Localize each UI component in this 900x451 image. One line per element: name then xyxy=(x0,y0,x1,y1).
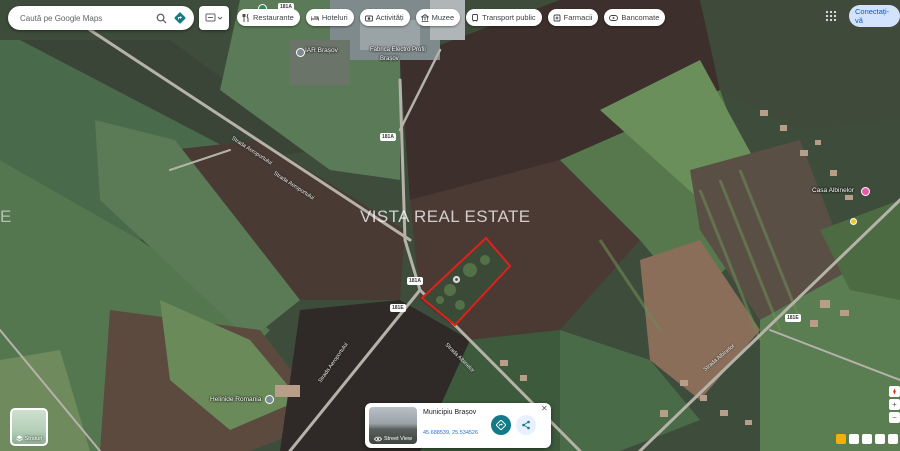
business-pin-icon[interactable] xyxy=(265,395,274,404)
directions-icon xyxy=(496,420,506,430)
chip-label: Hoteluri xyxy=(321,13,348,22)
road-shield: 181E xyxy=(785,314,801,322)
compass-icon xyxy=(893,388,896,395)
chip-activitati[interactable]: Activități xyxy=(359,9,410,26)
camera-icon xyxy=(364,15,373,21)
chip-label: Bancomate xyxy=(621,13,660,22)
bottom-tools xyxy=(836,434,898,444)
map-controls: + − xyxy=(889,386,900,425)
street-view-thumbnail[interactable]: Street View xyxy=(369,407,417,444)
menu-icon xyxy=(205,13,223,22)
street-view-icon xyxy=(374,436,382,442)
directions-icon[interactable] xyxy=(170,8,190,28)
zoom-out-button[interactable]: − xyxy=(889,412,900,423)
watermark-text: VISTA REAL ESTATE xyxy=(360,207,531,226)
zoom-in-button[interactable]: + xyxy=(889,399,900,410)
parcel-pin-icon[interactable] xyxy=(452,271,461,289)
chip-label: Activități xyxy=(375,13,404,22)
search-box[interactable]: Caută pe Google Maps xyxy=(8,6,194,30)
atm-icon xyxy=(609,14,619,21)
ruler-icon[interactable] xyxy=(849,434,859,444)
sign-in-button[interactable]: Conectați-vă xyxy=(849,5,900,27)
pegman-icon[interactable] xyxy=(836,434,846,444)
road-shield: 181A xyxy=(380,133,396,141)
watermark-fragment: E xyxy=(0,207,12,226)
street-view-text: Street View xyxy=(383,436,413,442)
layers-button[interactable]: Straturi xyxy=(10,408,48,446)
bed-icon xyxy=(310,15,319,21)
road-shield: 181E xyxy=(390,304,406,312)
place-label-casa-albinelor[interactable]: Casa Albinelor xyxy=(812,187,854,194)
search-icon[interactable] xyxy=(152,9,170,27)
share-button[interactable] xyxy=(516,415,536,435)
fuel-pin-icon[interactable] xyxy=(850,218,857,225)
museum-icon xyxy=(420,13,429,22)
chip-label: Muzee xyxy=(431,13,455,22)
pill-icon xyxy=(553,14,561,21)
layers-label: Straturi xyxy=(12,435,46,442)
fork-knife-icon xyxy=(242,13,249,22)
layers-icon xyxy=(15,435,23,442)
place-label-factory-city: Brașov xyxy=(380,56,399,62)
fullscreen-icon[interactable] xyxy=(875,434,885,444)
chip-restaurante[interactable]: Restaurante xyxy=(237,9,300,26)
compass-button[interactable] xyxy=(889,386,900,397)
place-title: Municipiu Brașov xyxy=(423,409,477,416)
chip-transport-public[interactable]: Transport public xyxy=(466,9,542,26)
close-icon[interactable]: ✕ xyxy=(541,405,548,413)
chip-bancomate[interactable]: Bancomate xyxy=(604,9,666,26)
place-label-airport[interactable]: IAR Brașov xyxy=(305,47,338,54)
shop-pin-icon[interactable] xyxy=(861,187,870,196)
globe-icon[interactable] xyxy=(862,434,872,444)
map-type-icon[interactable] xyxy=(888,434,898,444)
chip-hoteluri[interactable]: Hoteluri xyxy=(305,9,354,26)
search-input[interactable]: Caută pe Google Maps xyxy=(20,14,152,23)
chip-label: Farmacii xyxy=(563,13,593,22)
chip-muzee[interactable]: Muzee xyxy=(415,9,461,26)
street-view-label: Street View xyxy=(369,436,417,442)
chip-farmacii[interactable]: Farmacii xyxy=(547,9,599,26)
category-chips: Restaurante Hoteluri Activități Muzee Tr… xyxy=(237,9,666,26)
road-shield: 181A xyxy=(407,277,423,285)
coordinates-link[interactable]: 45.688539, 25.534526 xyxy=(423,430,478,436)
place-label-helinide[interactable]: Helinide Romania xyxy=(210,396,261,403)
train-icon xyxy=(472,13,479,22)
airport-pin-icon[interactable] xyxy=(296,48,305,57)
share-icon xyxy=(522,420,530,430)
layers-text: Straturi xyxy=(24,435,43,442)
chip-label: Transport public xyxy=(482,13,536,22)
chip-label: Restaurante xyxy=(253,13,294,22)
menu-button[interactable] xyxy=(199,6,229,30)
place-label-factory[interactable]: Fabrica Electro Profil xyxy=(370,47,426,53)
apps-grid-icon[interactable] xyxy=(825,9,839,23)
directions-button[interactable] xyxy=(491,415,511,435)
